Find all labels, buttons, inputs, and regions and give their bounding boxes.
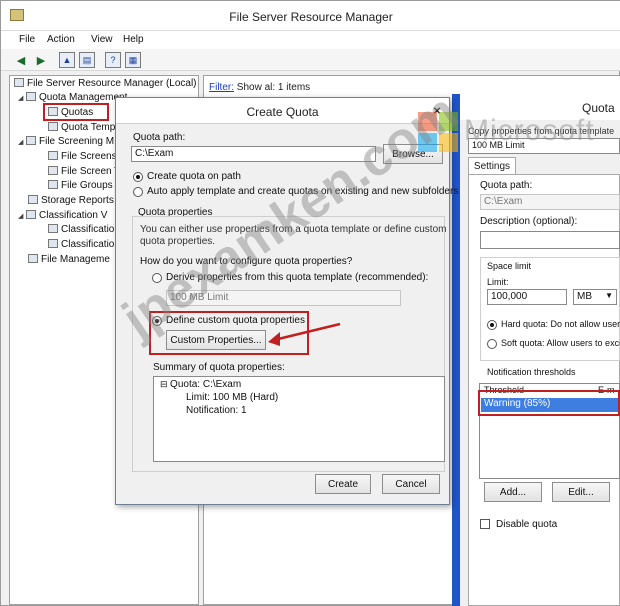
template-icon [48,166,58,175]
toolbar: ◀ ▶ ▲ ▤ ? ▦ [1,49,620,71]
hard-quota-radio[interactable] [487,320,497,330]
folder-icon [26,210,36,219]
soft-quota-radio[interactable] [487,339,497,349]
collapse-arrow-icon[interactable]: ◢ [18,94,26,102]
filter-bar: Filter: Show al: 1 items [209,82,310,93]
quota-properties-title: Quota [582,101,615,115]
notification-thresholds-label: Notification thresholds [487,367,576,377]
back-arrow-icon[interactable]: ◀ [13,52,29,68]
title-bar: File Server Resource Manager [1,1,620,31]
soft-quota-label: Soft quota: Allow users to exce [501,338,620,348]
tree-file-screening[interactable]: ◢ File Screening M [18,136,114,147]
chevron-down-icon: ▼ [605,291,613,300]
collapse-arrow-icon[interactable]: ◢ [18,212,26,220]
forward-arrow-icon[interactable]: ▶ [33,52,49,68]
space-limit-label: Space limit [487,261,532,271]
summary-quota-line: ⊟ Quota: C:\Exam [160,379,242,390]
tree-quota-templates[interactable]: Quota Temp [48,122,115,133]
up-folder-icon[interactable]: ▲ [59,52,75,68]
quotas-highlight [43,103,109,121]
summary-limit-line: Limit: 100 MB (Hard) [186,392,279,403]
tree-file-screens[interactable]: File Screens [48,151,117,162]
quota-properties-body: Quota Copy properties from quota templat… [460,94,620,606]
tree-file-groups[interactable]: File Groups [48,180,113,191]
create-button[interactable]: Create [315,474,371,494]
threshold-highlight [478,390,620,416]
create-quota-label: Create quota on path [147,171,241,182]
group-icon [48,180,58,189]
tree-classification[interactable]: ◢ Classification V [18,210,107,221]
tree-root[interactable]: File Server Resource Manager (Local) [14,78,197,89]
summary-notification-line: Notification: 1 [186,405,247,416]
add-threshold-button[interactable]: Add... [484,482,542,502]
menu-file[interactable]: File [19,34,35,45]
folder-icon [26,92,36,101]
tree-storage-reports[interactable]: Storage Reports [28,195,114,206]
quota-properties-window: Quota Copy properties from quota templat… [452,94,620,606]
menu-help[interactable]: Help [123,34,144,45]
server-icon [14,78,24,87]
app-title: File Server Resource Manager [229,10,393,24]
collapse-icon[interactable]: ⊟ [160,379,170,389]
filter-text: Show al: 1 items [234,82,311,93]
microsoft-watermark: Microsoft [464,114,595,147]
p2-quota-path-field[interactable]: C:\Exam [480,194,620,210]
rule-icon [48,239,58,248]
hard-quota-label: Hard quota: Do not allow users [501,319,620,329]
cancel-button[interactable]: Cancel [382,474,440,494]
red-arrow-icon [268,322,341,346]
summary-tree[interactable]: ⊟ Quota: C:\Exam Limit: 100 MB (Hard) No… [153,376,445,462]
disable-quota-text: Disable quota [496,519,558,530]
filter-link[interactable]: Filter: [209,82,234,93]
tab-settings[interactable]: Settings [468,157,516,175]
tree-classification-rules[interactable]: Classificatio [48,239,114,250]
edit-threshold-button[interactable]: Edit... [552,482,610,502]
menu-action[interactable]: Action [47,34,75,45]
folder-icon [26,136,36,145]
p2-quota-path-label: Quota path: [480,180,533,191]
report-icon [28,195,38,204]
summary-label: Summary of quota properties: [153,362,285,373]
property-icon [48,224,58,233]
quota-path-label: Quota path: [133,132,186,143]
menu-view[interactable]: View [91,34,113,45]
tree-quota-management[interactable]: ◢ Quota Management [18,92,127,103]
limit-unit-select[interactable]: MB ▼ [573,289,617,305]
create-quota-radio[interactable] [133,172,143,182]
collapse-arrow-icon[interactable]: ◢ [18,138,26,146]
tree-file-management[interactable]: File Manageme [28,254,110,265]
limit-value-field[interactable]: 100,000 [487,289,567,305]
description-field[interactable] [480,231,620,249]
show-tree-icon[interactable]: ▤ [79,52,95,68]
template-icon [48,122,58,131]
limit-label: Limit: [487,277,509,287]
tree-file-screen-templates[interactable]: File Screen T [48,166,120,177]
auto-apply-radio[interactable] [133,187,143,197]
task-icon [28,254,38,263]
description-label: Description (optional): [480,216,578,227]
screen-icon [48,151,58,160]
menu-bar: File Action View Help [1,31,620,49]
tree-classification-properties[interactable]: Classificatio [48,224,114,235]
disable-quota-checkbox[interactable] [480,519,490,529]
properties-icon[interactable]: ▦ [125,52,141,68]
help-icon[interactable]: ? [105,52,121,68]
